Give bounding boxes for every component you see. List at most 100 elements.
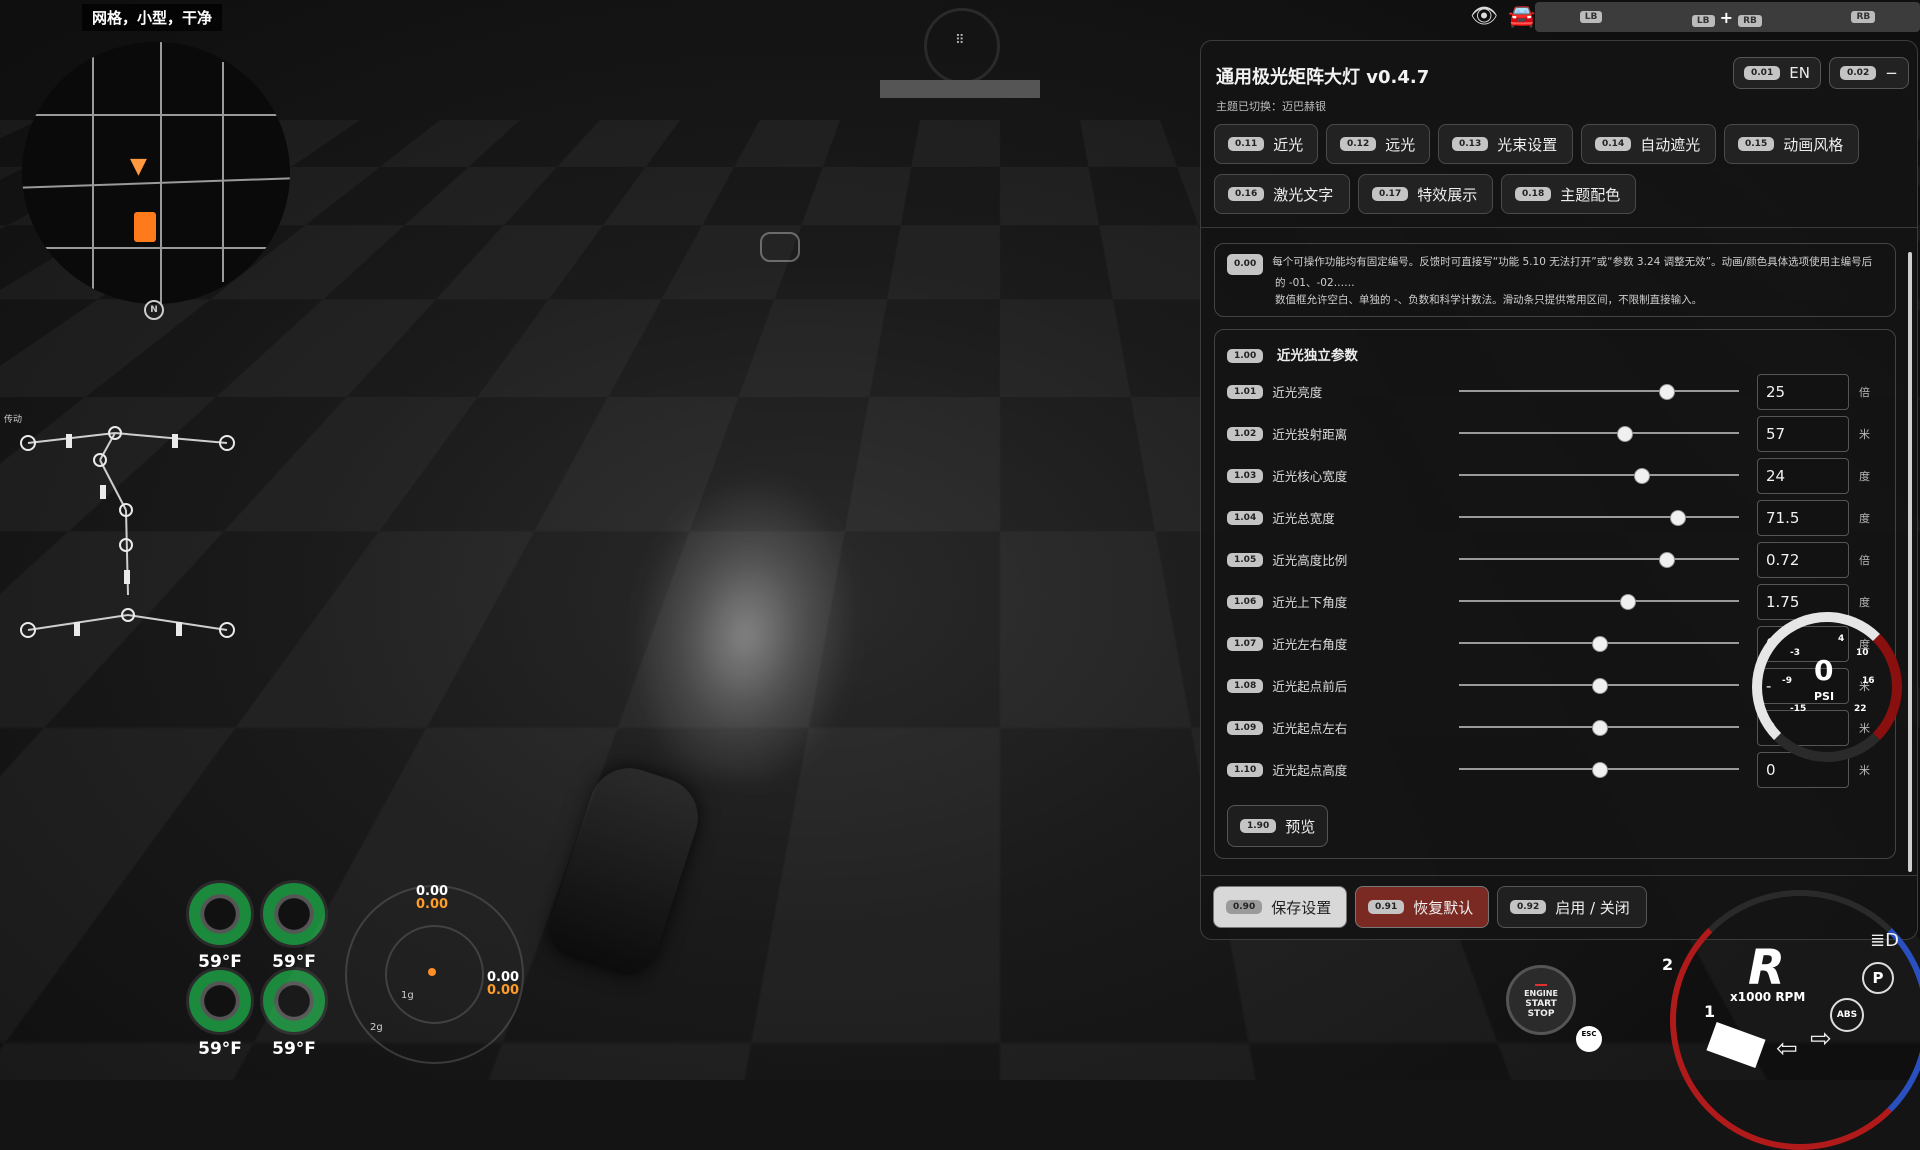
param-name: 近光高度比例 — [1272, 553, 1348, 568]
code-badge: 0.14 — [1595, 137, 1632, 151]
param-label: 1.02 近光投射距离 — [1227, 424, 1347, 443]
param-label: 1.03 近光核心宽度 — [1227, 466, 1347, 485]
engine-label-2: START — [1525, 999, 1557, 1009]
param-name: 近光投射距离 — [1272, 427, 1348, 442]
tab-auto-shade[interactable]: 0.14 自动遮光 — [1581, 124, 1716, 164]
slider-thumb[interactable] — [1659, 384, 1676, 400]
gear-indicator: R — [1748, 940, 1785, 996]
top-right-icons: 👁 🚘 — [1470, 4, 1535, 29]
param-label: 1.09 近光起点左右 — [1227, 718, 1347, 737]
slider-thumb[interactable] — [1592, 678, 1608, 694]
tire-temp: 59°F — [198, 1039, 242, 1059]
param-slider[interactable] — [1459, 762, 1739, 778]
tab-high-beam[interactable]: 0.12 远光 — [1326, 124, 1430, 164]
tab-low-beam[interactable]: 0.11 近光 — [1214, 124, 1318, 164]
engine-label-3: STOP — [1527, 1009, 1555, 1019]
eye-icon[interactable]: 👁 — [1470, 4, 1498, 29]
minimize-icon: − — [1885, 64, 1898, 82]
slider-thumb[interactable] — [1592, 762, 1608, 778]
param-slider[interactable] — [1459, 552, 1739, 568]
param-slider[interactable] — [1459, 636, 1739, 652]
preview-label: 预览 — [1285, 817, 1316, 836]
param-value-input[interactable]: 24 — [1757, 458, 1849, 494]
drivetrain-diagram — [20, 426, 235, 638]
param-value-input[interactable]: 25 — [1757, 374, 1849, 410]
tire-icon — [260, 880, 328, 948]
tab-beam-settings[interactable]: 0.13 光束设置 — [1438, 124, 1573, 164]
preview-button[interactable]: 1.90 预览 — [1227, 805, 1329, 847]
lb-pill[interactable]: LB — [1579, 11, 1603, 23]
code-badge: 0.90 — [1226, 900, 1263, 914]
param-label: 1.10 近光起点高度 — [1227, 760, 1347, 779]
rb-pill[interactable]: RB — [1738, 14, 1762, 27]
section-header: 1.00 近光独立参数 — [1227, 344, 1358, 364]
code-badge: 0.92 — [1510, 900, 1547, 914]
param-value-input[interactable]: 0.72 — [1757, 542, 1849, 578]
language-button[interactable]: 0.01 EN — [1733, 57, 1821, 89]
param-label: 1.08 近光起点前后 — [1227, 676, 1347, 695]
boost-tick: 22 — [1854, 704, 1867, 714]
save-settings-button[interactable]: 0.90 保存设置 — [1213, 886, 1347, 928]
tab-animation-style[interactable]: 0.15 动画风格 — [1724, 124, 1859, 164]
param-value-input[interactable]: 71.5 — [1757, 500, 1849, 536]
slider-thumb[interactable] — [1620, 594, 1636, 610]
tab-theme-colors[interactable]: 0.18 主题配色 — [1501, 174, 1636, 214]
scroll-thumb[interactable] — [1908, 252, 1912, 872]
restore-defaults-button[interactable]: 0.91 恢复默认 — [1355, 886, 1489, 928]
code-badge: 1.05 — [1227, 552, 1264, 567]
code-badge: 0.16 — [1228, 187, 1265, 201]
slider-thumb[interactable] — [1592, 636, 1608, 652]
map-name-label: 网格，小型，干净 — [82, 4, 223, 31]
code-badge: 1.09 — [1227, 720, 1264, 735]
param-slider[interactable] — [1459, 594, 1739, 610]
code-badge: 0.00 — [1227, 254, 1264, 275]
minimize-button[interactable]: 0.02 − — [1829, 57, 1909, 89]
param-name: 近光左右角度 — [1272, 637, 1348, 652]
slider-thumb[interactable] — [1670, 510, 1687, 526]
toggle-enable-button[interactable]: 0.92 启用 / 关闭 — [1497, 886, 1647, 928]
param-name: 近光总宽度 — [1272, 511, 1335, 526]
info-box: 0.00 每个可操作功能均有固定编号。反馈时可直接写“功能 5.10 无法打开”… — [1214, 243, 1896, 317]
save-label: 保存设置 — [1271, 898, 1332, 917]
engine-start-stop-button[interactable]: ENGINE START STOP — [1506, 965, 1576, 1035]
player-marker-icon — [134, 212, 156, 242]
panel-scrollbar[interactable] — [1907, 237, 1913, 907]
tire-temp: 59°F — [272, 1039, 316, 1059]
tab-laser-text[interactable]: 0.16 激光文字 — [1214, 174, 1350, 214]
param-name: 近光核心宽度 — [1272, 469, 1348, 484]
slider-thumb[interactable] — [1634, 468, 1650, 484]
param-slider[interactable] — [1459, 678, 1739, 694]
boost-value: 0 — [1814, 654, 1834, 687]
minimap: ▼ — [22, 42, 290, 304]
param-slider[interactable] — [1459, 426, 1739, 442]
param-slider[interactable] — [1459, 468, 1739, 484]
code-badge: 0.18 — [1515, 187, 1552, 201]
boost-tick: 16 — [1862, 676, 1875, 686]
slider-thumb[interactable] — [1617, 426, 1634, 442]
rb-pill[interactable]: RB — [1851, 11, 1876, 23]
turn-right-icon: ⇨ — [1810, 1024, 1832, 1054]
north-indicator-icon: N — [144, 300, 164, 320]
car-icon[interactable]: 🚘 — [1508, 4, 1535, 29]
restore-label: 恢复默认 — [1413, 898, 1474, 917]
param-slider[interactable] — [1459, 510, 1739, 526]
param-slider[interactable] — [1459, 720, 1739, 736]
headlight-settings-panel: 通用极光矩阵大灯 v0.4.7 主题已切换：迈巴赫银 0.01 EN 0.02 … — [1200, 40, 1918, 940]
code-badge: 0.02 — [1840, 66, 1877, 80]
tab-effects-showcase[interactable]: 0.17 特效展示 — [1358, 174, 1493, 214]
tire-icon — [186, 880, 254, 948]
top-status-bar — [880, 80, 1040, 98]
param-unit: 度 — [1859, 470, 1870, 483]
lb-pill[interactable]: LB — [1691, 14, 1715, 27]
param-label: 1.06 近光上下角度 — [1227, 592, 1347, 611]
grid-dots-icon: ⠿ — [955, 33, 965, 48]
slider-thumb[interactable] — [1659, 552, 1676, 568]
g-ring-2-label: 2g — [370, 1022, 383, 1033]
param-value-input[interactable]: 57 — [1757, 416, 1849, 452]
tire-front-left: 59°F — [180, 880, 260, 972]
param-slider[interactable] — [1459, 384, 1739, 400]
param-label: 1.01 近光亮度 — [1227, 382, 1322, 401]
slider-thumb[interactable] — [1592, 720, 1608, 736]
code-badge: 1.08 — [1227, 678, 1264, 693]
tab-label: 激光文字 — [1273, 185, 1334, 204]
